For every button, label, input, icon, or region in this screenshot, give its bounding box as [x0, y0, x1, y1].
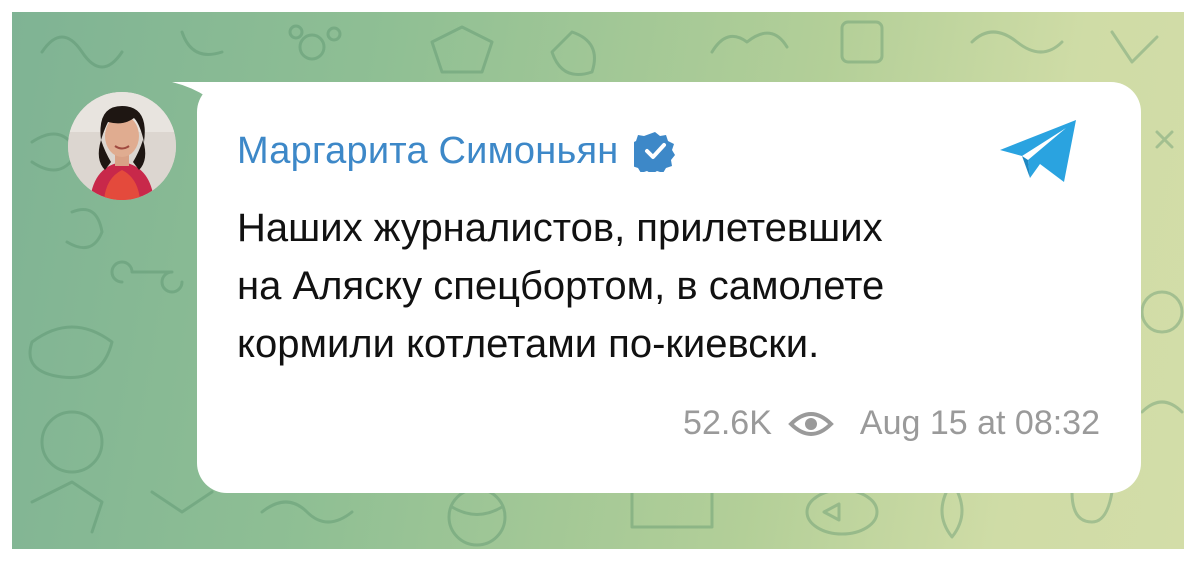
- message-line-1: Наших журналистов, прилетевших: [237, 206, 883, 250]
- verified-badge-icon: [634, 132, 676, 172]
- message-line-3: кормили котлетами по-киевски.: [237, 322, 820, 366]
- message-text: Наших журналистов, прилетевших на Аляску…: [237, 199, 1097, 373]
- sender-row: Маргарита Симоньян: [237, 126, 676, 176]
- message-line-2: на Аляску спецбортом, в самолете: [237, 264, 885, 308]
- sender-name[interactable]: Маргарита Симоньян: [237, 130, 618, 173]
- avatar[interactable]: [68, 92, 176, 200]
- telegram-icon: [1000, 120, 1076, 182]
- eye-icon: [788, 411, 834, 436]
- message-meta: 52.6K Aug 15 at 08:32: [683, 404, 1100, 443]
- profile-photo: [68, 92, 176, 200]
- view-count: 52.6K: [683, 404, 772, 442]
- timestamp: Aug 15 at 08:32: [859, 404, 1100, 442]
